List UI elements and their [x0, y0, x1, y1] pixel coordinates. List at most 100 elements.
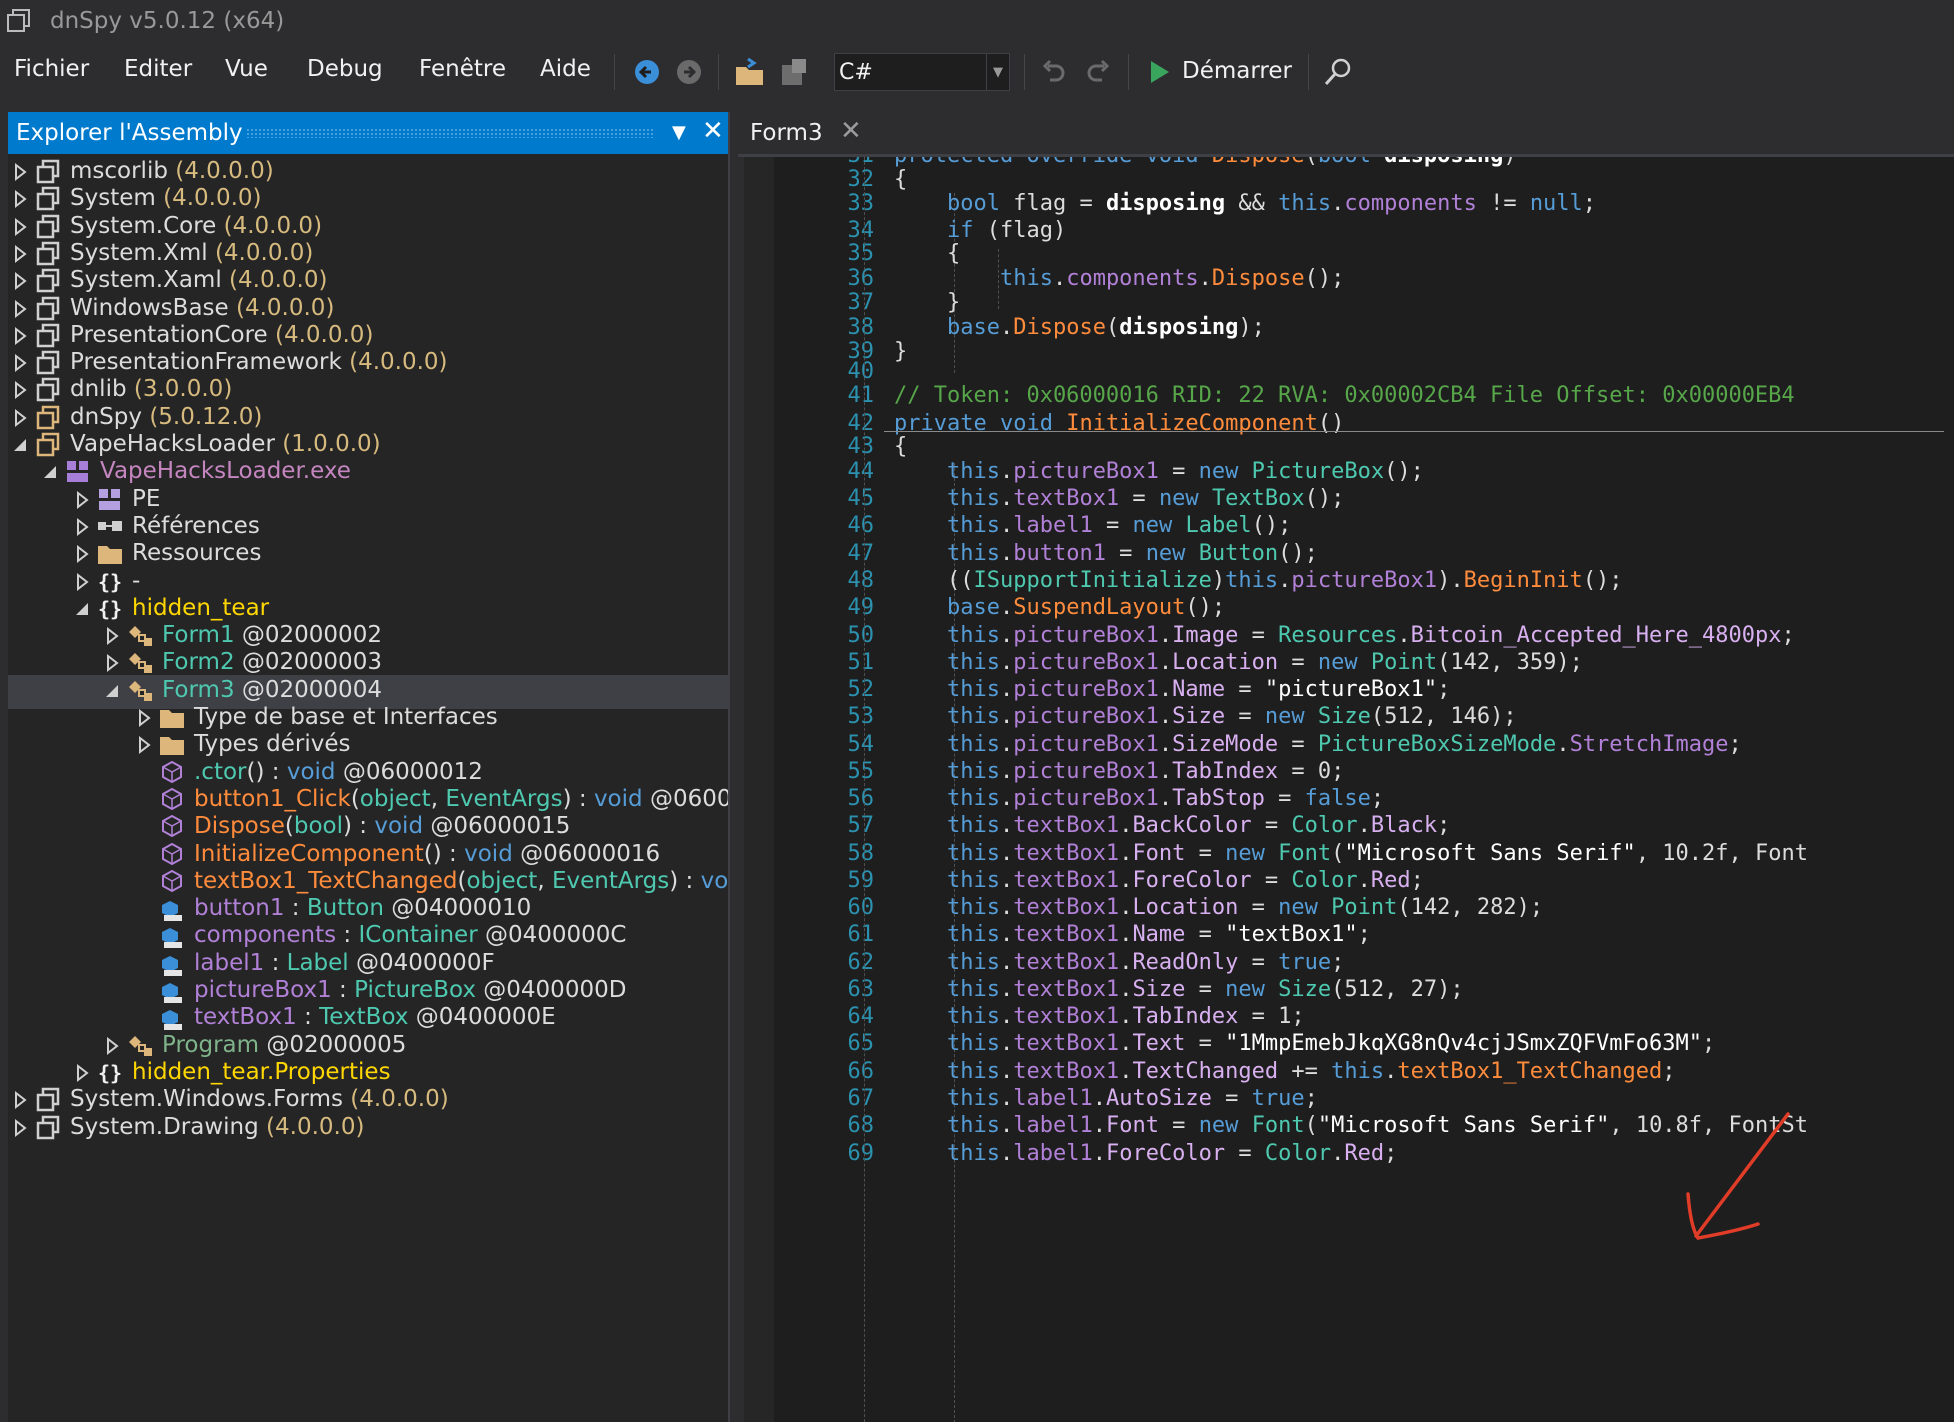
- expand-arrow-icon[interactable]: [74, 515, 92, 539]
- code-line[interactable]: this.pictureBox1.Name = "pictureBox1";: [894, 676, 1450, 704]
- code-line[interactable]: this.textBox1.BackColor = Color.Black;: [894, 812, 1450, 840]
- forward-button[interactable]: [672, 54, 706, 90]
- expand-arrow-icon[interactable]: [12, 297, 30, 321]
- code-line[interactable]: bool flag = disposing && this.components…: [894, 190, 1596, 218]
- code-line[interactable]: this.textBox1.Size = new Size(512, 27);: [894, 976, 1464, 1004]
- code-line[interactable]: this.pictureBox1.Image = Resources.Bitco…: [894, 622, 1795, 650]
- code-line[interactable]: private void InitializeComponent(): [894, 410, 1344, 438]
- code-line[interactable]: {: [894, 433, 907, 461]
- code-line[interactable]: this.textBox1.Text = "1MmpEmebJkqXG8nQv4…: [894, 1030, 1715, 1058]
- code-token: Dispose: [1211, 266, 1305, 291]
- code-line[interactable]: this.textBox1.Font = new Font("Microsoft…: [894, 840, 1808, 868]
- code-line[interactable]: this.textBox1.Location = new Point(142, …: [894, 894, 1543, 922]
- method-icon: [162, 760, 182, 783]
- panel-dropdown-icon[interactable]: ▼: [672, 122, 686, 143]
- chevron-down-icon[interactable]: ▼: [986, 54, 1009, 90]
- expand-arrow-icon[interactable]: [104, 1034, 122, 1058]
- references-icon: [98, 520, 122, 531]
- back-button[interactable]: [630, 54, 664, 90]
- code-token: this: [894, 841, 1000, 866]
- code-line[interactable]: this.textBox1.Name = "textBox1";: [894, 921, 1371, 949]
- expand-arrow-icon[interactable]: [12, 187, 30, 211]
- code-token: null: [1529, 191, 1583, 216]
- code-line[interactable]: this.textBox1 = new TextBox();: [894, 485, 1344, 513]
- code-token: Location: [1132, 895, 1239, 920]
- start-button[interactable]: [1142, 54, 1176, 90]
- expand-arrow-icon[interactable]: [104, 624, 122, 648]
- menu-debug[interactable]: Debug: [307, 56, 383, 82]
- search-button[interactable]: [1320, 54, 1356, 90]
- code-line[interactable]: this.components.Dispose();: [894, 265, 1344, 293]
- expand-arrow-icon[interactable]: [74, 488, 92, 512]
- code-token: InitializeComponent: [1066, 411, 1318, 436]
- code-line[interactable]: this.pictureBox1 = new PictureBox();: [894, 458, 1424, 486]
- code-line[interactable]: this.label1 = new Label();: [894, 512, 1291, 540]
- code-line[interactable]: this.label1.ForeColor = Color.Red;: [894, 1140, 1397, 1168]
- tree-item[interactable]: System.Drawing (4.0.0.0): [8, 1112, 728, 1146]
- code-line[interactable]: this.pictureBox1.Size = new Size(512, 14…: [894, 703, 1517, 731]
- code-line[interactable]: protected override void Dispose(bool dis…: [894, 157, 1517, 170]
- expand-arrow-icon[interactable]: [12, 160, 30, 184]
- code-line[interactable]: this.pictureBox1.TabStop = false;: [894, 785, 1384, 813]
- code-line[interactable]: }: [894, 289, 960, 317]
- panel-close-icon[interactable]: ✕: [702, 116, 724, 146]
- expand-arrow-icon[interactable]: [74, 1061, 92, 1085]
- expand-arrow-icon[interactable]: [12, 269, 30, 293]
- expand-arrow-icon[interactable]: [12, 406, 30, 430]
- code-line[interactable]: this.textBox1.TextChanged += this.textBo…: [894, 1058, 1676, 1086]
- expand-arrow-icon[interactable]: [12, 1088, 30, 1112]
- start-label[interactable]: Démarrer: [1182, 58, 1292, 84]
- expand-arrow-icon[interactable]: [12, 242, 30, 266]
- tab-close-icon[interactable]: ✕: [840, 116, 862, 146]
- expand-arrow-icon[interactable]: [12, 378, 30, 402]
- tab-form3[interactable]: Form3 ✕: [740, 112, 870, 156]
- collapse-arrow-icon[interactable]: [74, 597, 92, 621]
- code-line[interactable]: this.pictureBox1.SizeMode = PictureBoxSi…: [894, 731, 1742, 759]
- menu-edit[interactable]: Editer: [124, 56, 192, 82]
- code-line[interactable]: base.SuspendLayout();: [894, 594, 1225, 622]
- tree-item-label: mscorlib (4.0.0.0): [70, 158, 274, 184]
- collapse-arrow-icon[interactable]: [42, 460, 60, 484]
- code-line[interactable]: this.textBox1.TabIndex = 1;: [894, 1003, 1305, 1031]
- code-line[interactable]: this.button1 = new Button();: [894, 540, 1318, 568]
- menu-help[interactable]: Aide: [540, 56, 591, 82]
- line-number: 61: [847, 922, 875, 947]
- code-line[interactable]: this.label1.Font = new Font("Microsoft S…: [894, 1112, 1808, 1140]
- expand-arrow-icon[interactable]: [12, 324, 30, 348]
- menu-file[interactable]: Fichier: [14, 56, 89, 82]
- expand-arrow-icon[interactable]: [12, 351, 30, 375]
- code-line[interactable]: }: [894, 338, 907, 366]
- collapse-arrow-icon[interactable]: [12, 433, 30, 457]
- code-token: .: [1092, 1113, 1106, 1138]
- language-select[interactable]: C# ▼: [834, 53, 1010, 91]
- code-line[interactable]: this.pictureBox1.TabIndex = 0;: [894, 758, 1344, 786]
- code-line[interactable]: // Token: 0x06000016 RID: 22 RVA: 0x0000…: [894, 382, 1795, 410]
- collapse-arrow-icon[interactable]: [104, 679, 122, 703]
- menu-view[interactable]: Vue: [225, 56, 268, 82]
- line-number: 55: [847, 759, 875, 784]
- code-line[interactable]: {: [894, 240, 960, 268]
- code-line[interactable]: this.pictureBox1.Location = new Point(14…: [894, 649, 1583, 677]
- save-button[interactable]: [776, 54, 812, 90]
- undo-button[interactable]: [1036, 54, 1072, 90]
- open-button[interactable]: [732, 54, 768, 90]
- panel-grip[interactable]: [246, 128, 654, 138]
- expand-arrow-icon[interactable]: [136, 706, 154, 730]
- menu-window[interactable]: Fenêtre: [419, 56, 506, 82]
- expand-arrow-icon[interactable]: [74, 570, 92, 594]
- code-line[interactable]: ((ISupportInitialize)this.pictureBox1).B…: [894, 567, 1623, 595]
- code-line[interactable]: this.textBox1.ForeColor = Color.Red;: [894, 867, 1424, 895]
- code-token: 1;: [1278, 1004, 1305, 1029]
- expand-arrow-icon[interactable]: [12, 1116, 30, 1140]
- code-line[interactable]: base.Dispose(disposing);: [894, 314, 1265, 342]
- expand-arrow-icon[interactable]: [12, 215, 30, 239]
- redo-button[interactable]: [1080, 54, 1116, 90]
- code-line[interactable]: this.textBox1.ReadOnly = true;: [894, 949, 1344, 977]
- expand-arrow-icon[interactable]: [104, 651, 122, 675]
- forward-arrow-icon: [677, 60, 701, 84]
- expand-arrow-icon[interactable]: [74, 542, 92, 566]
- code-line[interactable]: this.label1.AutoSize = true;: [894, 1085, 1318, 1113]
- code-token: textBox1_TextChanged: [1397, 1059, 1663, 1084]
- expand-arrow-icon[interactable]: [136, 733, 154, 757]
